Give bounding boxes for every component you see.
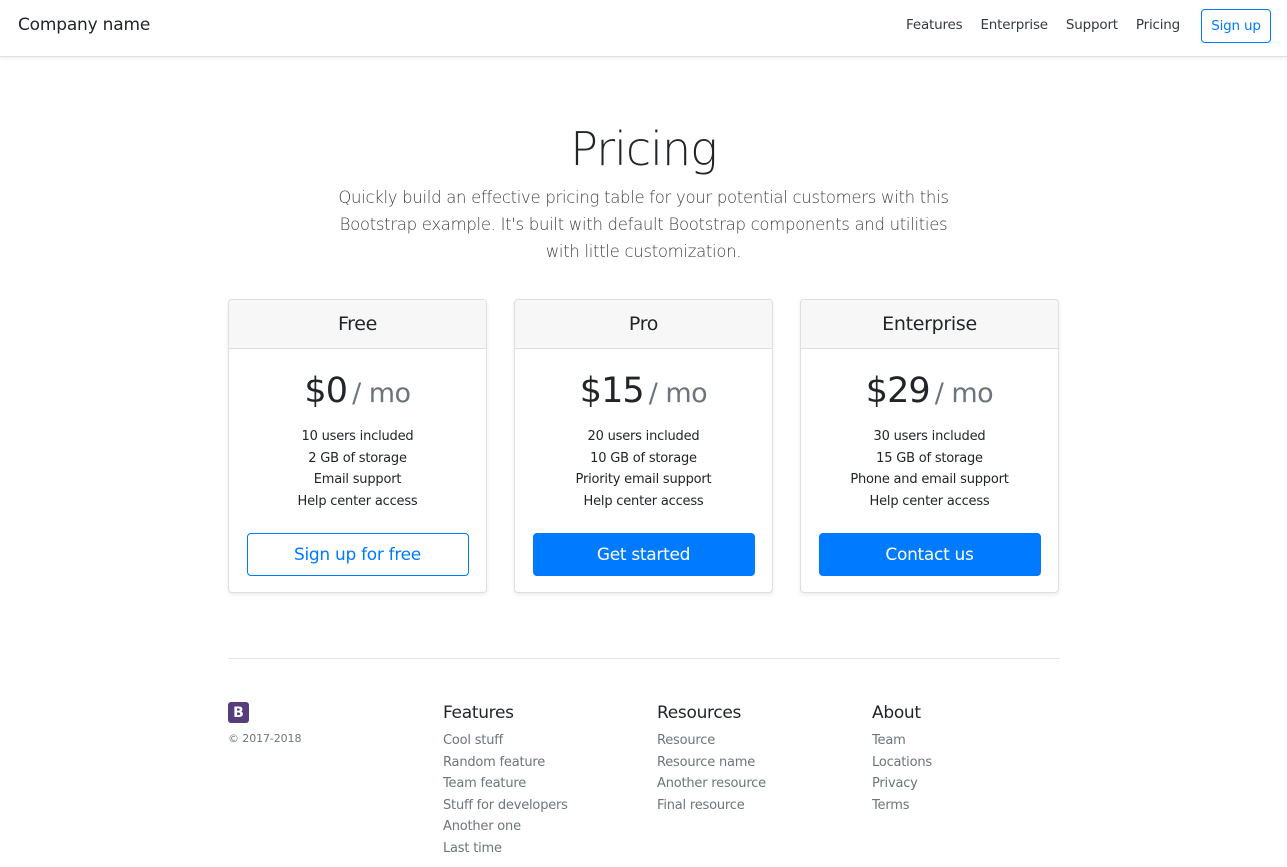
footer-brand: B © 2017-2018 [228, 702, 301, 745]
feature-list: 20 users included 10 GB of storage Prior… [515, 426, 772, 512]
feature-item: 10 GB of storage [590, 450, 697, 466]
footer-link[interactable]: Privacy [872, 776, 918, 791]
footer-column-title: About [872, 703, 921, 723]
footer-link[interactable]: Stuff for developers [443, 798, 568, 813]
price-amount: $29 [865, 371, 931, 411]
plan-card-free: Free $0 / mo 10 users included 2 GB of s… [228, 299, 487, 593]
nav-link-features[interactable]: Features [906, 17, 963, 33]
feature-item: 2 GB of storage [308, 450, 407, 466]
lead-text: Quickly build an effective pricing table… [338, 188, 949, 261]
footer-link[interactable]: Team feature [443, 776, 526, 791]
page-title: Pricing [570, 122, 717, 176]
plan-price: $15 / mo [515, 369, 772, 413]
footer-link[interactable]: Team [872, 733, 906, 748]
footer-column-about: About Team Locations Privacy Terms [872, 702, 932, 816]
contact-us-button[interactable]: Contact us [818, 533, 1041, 576]
plan-card-enterprise: Enterprise $29 / mo 30 users included 15… [800, 299, 1059, 593]
plan-price: $29 / mo [801, 369, 1058, 413]
feature-item: Help center access [297, 493, 418, 509]
feature-item: Help center access [869, 493, 990, 509]
footer-link[interactable]: Final resource [657, 798, 745, 813]
feature-item: Phone and email support [850, 472, 1009, 487]
copyright-text: © 2017-2018 [228, 732, 302, 745]
price-unit: / mo [352, 378, 411, 409]
feature-item: 30 users included [873, 429, 986, 444]
nav-link-support[interactable]: Support [1066, 17, 1118, 33]
footer-link[interactable]: Another one [443, 819, 521, 834]
feature-item: Priority email support [575, 472, 712, 487]
footer-divider [228, 658, 1060, 659]
footer-link[interactable]: Another resource [657, 776, 766, 791]
footer-link[interactable]: Random feature [443, 755, 545, 770]
footer-link[interactable]: Locations [872, 755, 932, 770]
plan-name: Pro [515, 300, 772, 349]
feature-item: Email support [313, 472, 402, 487]
feature-item: 15 GB of storage [876, 450, 983, 466]
get-started-button[interactable]: Get started [532, 533, 755, 576]
signup-free-button[interactable]: Sign up for free [246, 533, 469, 576]
footer-column-features: Features Cool stuff Random feature Team … [443, 702, 568, 860]
plan-card-pro: Pro $15 / mo 20 users included 10 GB of … [514, 299, 773, 593]
pricing-cards: Free $0 / mo 10 users included 2 GB of s… [228, 299, 1059, 593]
main-nav: Features Enterprise Support Pricing [888, 17, 1180, 33]
price-unit: / mo [648, 378, 708, 409]
price-amount: $0 [304, 371, 348, 411]
price-unit: / mo [934, 378, 994, 409]
footer-column-title: Resources [657, 703, 742, 723]
plan-price: $0 / mo [229, 369, 486, 413]
footer-column-title: Features [443, 703, 514, 723]
signup-button[interactable]: Sign up [1201, 9, 1271, 43]
nav-link-enterprise[interactable]: Enterprise [980, 17, 1048, 33]
footer-link[interactable]: Terms [872, 798, 909, 813]
price-amount: $15 [579, 371, 645, 411]
pricing-header: Pricing Quickly build an effective prici… [0, 118, 1287, 265]
company-brand[interactable]: Company name [18, 15, 150, 35]
nav-link-pricing[interactable]: Pricing [1136, 17, 1180, 33]
feature-item: Help center access [583, 493, 704, 509]
top-navbar: Company name Features Enterprise Support… [0, 0, 1287, 57]
feature-list: 10 users included 2 GB of storage Email … [229, 426, 486, 512]
feature-list: 30 users included 15 GB of storage Phone… [801, 426, 1058, 512]
footer-link[interactable]: Resource name [657, 755, 755, 770]
footer-link[interactable]: Resource [657, 733, 715, 748]
footer-link[interactable]: Last time [443, 841, 502, 856]
feature-item: 10 users included [301, 429, 414, 444]
footer-link[interactable]: Cool stuff [443, 733, 503, 748]
feature-item: 20 users included [587, 429, 700, 444]
plan-name: Enterprise [801, 300, 1058, 349]
footer-column-resources: Resources Resource Resource name Another… [657, 702, 766, 816]
plan-name: Free [229, 300, 486, 349]
bootstrap-logo-icon: B [228, 702, 249, 723]
